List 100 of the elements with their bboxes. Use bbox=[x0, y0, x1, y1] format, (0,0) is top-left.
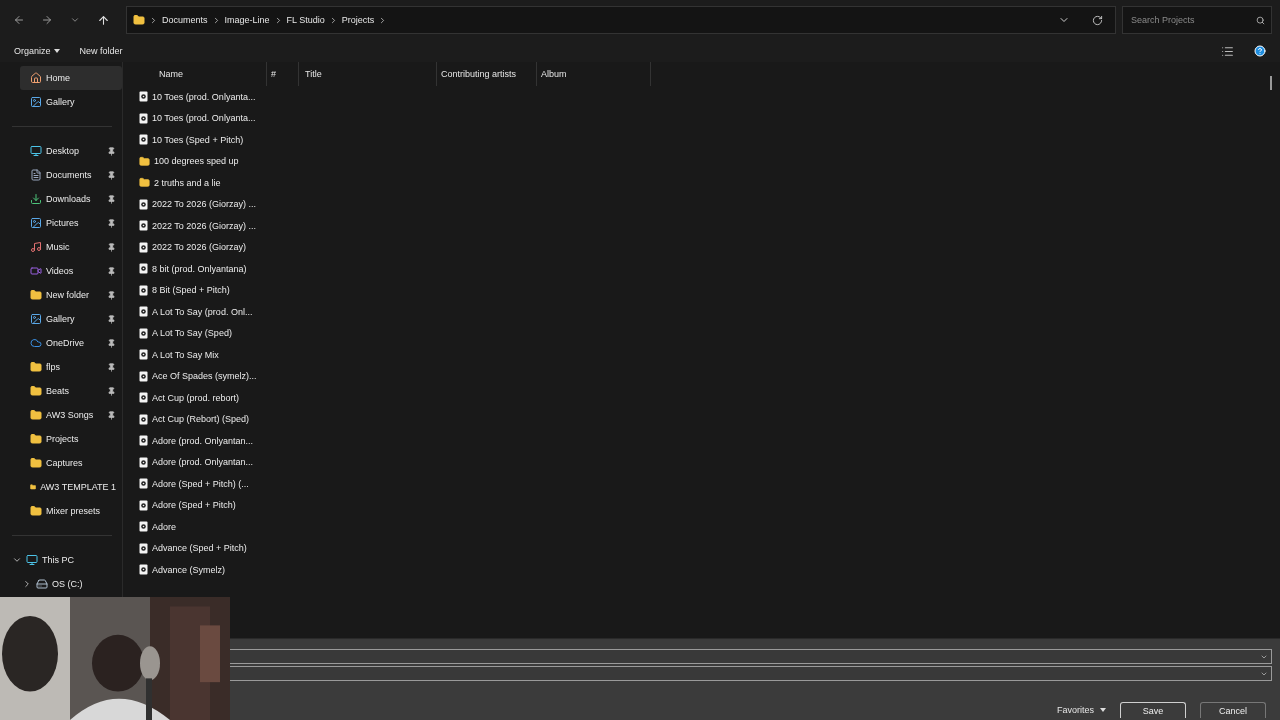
breadcrumb[interactable]: FL Studio bbox=[286, 15, 325, 25]
sidebar-label: Projects bbox=[46, 434, 80, 444]
sidebar-label: New folder bbox=[46, 290, 91, 300]
file-icon bbox=[139, 478, 148, 490]
file-name[interactable]: Advance (Sped + Pitch) bbox=[152, 543, 247, 554]
folder-icon bbox=[30, 481, 37, 493]
video-icon bbox=[30, 265, 42, 277]
sidebar-item[interactable]: Captures bbox=[0, 451, 122, 475]
file-name[interactable]: A Lot To Say (Sped) bbox=[152, 328, 232, 339]
sidebar-item[interactable]: flps bbox=[0, 355, 122, 379]
file-name[interactable]: Adore (prod. Onlyantan... bbox=[152, 457, 254, 468]
sidebar-label: Gallery bbox=[46, 97, 76, 107]
file-icon bbox=[139, 263, 148, 275]
sidebar-item[interactable]: This PC bbox=[0, 548, 122, 572]
sidebar-label: Pictures bbox=[46, 218, 80, 228]
file-name[interactable]: Act Cup (Rebort) (Sped) bbox=[152, 414, 250, 425]
file-icon bbox=[139, 349, 148, 361]
sidebar-item[interactable]: Gallery bbox=[0, 90, 122, 114]
file-icon bbox=[139, 413, 148, 425]
organize-button[interactable]: Organize bbox=[14, 46, 60, 56]
sidebar-item[interactable]: Documents bbox=[0, 163, 122, 187]
folder-icon bbox=[30, 457, 42, 469]
file-icon bbox=[139, 220, 148, 232]
sidebar-item[interactable]: Gallery bbox=[0, 307, 122, 331]
drive-icon bbox=[36, 578, 48, 590]
search-input[interactable]: Search Projects bbox=[1129, 14, 1256, 26]
file-icon bbox=[139, 542, 148, 554]
dropdown-field[interactable] bbox=[229, 666, 1272, 681]
picture-icon bbox=[30, 313, 42, 325]
new-folder-button[interactable]: New folder bbox=[79, 46, 123, 56]
file-name[interactable]: Act Cup (prod. rebort) bbox=[152, 392, 240, 403]
file-name[interactable]: Adore bbox=[152, 521, 177, 532]
sidebar-item[interactable]: Desktop bbox=[0, 139, 122, 163]
file-name[interactable]: 8 bit (prod. Onlyantana) bbox=[152, 263, 247, 274]
chevron-icon bbox=[70, 15, 80, 25]
address-bar[interactable]: Documents Image-Line FL Studio Projects bbox=[126, 6, 1116, 34]
sidebar-item[interactable]: Home bbox=[20, 66, 122, 90]
file-name[interactable]: 10 Toes (prod. Onlyanta... bbox=[152, 91, 256, 102]
file-name[interactable]: 2022 To 2026 (Giorzay) ... bbox=[152, 199, 256, 210]
computer-icon bbox=[26, 554, 38, 566]
file-name[interactable]: A Lot To Say Mix bbox=[152, 349, 219, 360]
column-header[interactable]: Album bbox=[537, 62, 651, 86]
sidebar-item[interactable]: New folder bbox=[0, 283, 122, 307]
column-header[interactable]: # bbox=[267, 62, 299, 86]
chevron-icon bbox=[149, 15, 158, 25]
file-icon bbox=[139, 392, 148, 404]
view-icon[interactable] bbox=[1221, 44, 1234, 58]
file-name[interactable]: Advance (Symelz) bbox=[152, 564, 226, 575]
file-name[interactable]: Adore (prod. Onlyantan... bbox=[152, 435, 254, 446]
file-name[interactable]: Ace Of Spades (symelz)... bbox=[152, 371, 257, 382]
breadcrumb[interactable]: Documents bbox=[162, 15, 208, 25]
sidebar-label: AW3 Songs bbox=[46, 410, 95, 420]
dropdown-field[interactable] bbox=[229, 649, 1272, 664]
refresh-icon[interactable] bbox=[1092, 14, 1103, 26]
sidebar-item[interactable]: OS (C:) bbox=[0, 572, 122, 596]
column-header[interactable]: Title bbox=[299, 62, 437, 86]
search-icon bbox=[1256, 15, 1265, 25]
column-header[interactable]: Contributing artists bbox=[437, 62, 537, 86]
sidebar-label: This PC bbox=[42, 555, 75, 565]
sidebar-label: AW3 TEMPLATE 1 bbox=[40, 482, 116, 492]
sidebar-item[interactable]: AW3 TEMPLATE 1 bbox=[0, 475, 122, 499]
save-button[interactable]: Save bbox=[1120, 702, 1186, 718]
file-name[interactable]: 8 Bit (Sped + Pitch) bbox=[152, 285, 230, 296]
breadcrumb[interactable]: Projects bbox=[341, 15, 375, 25]
file-name[interactable]: 2022 To 2026 (Giorzay) bbox=[152, 242, 246, 253]
file-name[interactable]: 2022 To 2026 (Giorzay) ... bbox=[152, 220, 256, 231]
sidebar-item[interactable]: Videos bbox=[0, 259, 122, 283]
chevron-icon[interactable] bbox=[12, 555, 22, 565]
sidebar-item[interactable]: Pictures bbox=[0, 211, 122, 235]
chevron-icon[interactable] bbox=[22, 579, 32, 589]
file-name[interactable]: 2 truths and a lie bbox=[154, 177, 221, 188]
file-name[interactable]: Adore (Sped + Pitch) (... bbox=[152, 478, 249, 489]
sidebar-item[interactable]: AW3 Songs bbox=[0, 403, 122, 427]
sidebar-label: OneDrive bbox=[46, 338, 85, 348]
back-icon bbox=[13, 14, 25, 26]
file-name[interactable]: 10 Toes (Sped + Pitch) bbox=[152, 134, 244, 145]
sidebar-item[interactable]: Mixer presets bbox=[0, 499, 122, 523]
cancel-button[interactable]: Cancel bbox=[1200, 702, 1266, 718]
file-name[interactable]: 100 degrees sped up bbox=[154, 156, 239, 167]
file-name[interactable]: A Lot To Say (prod. Onl... bbox=[152, 306, 253, 317]
sidebar-item[interactable]: Music bbox=[0, 235, 122, 259]
file-icon bbox=[139, 521, 148, 533]
column-header[interactable]: Name bbox=[147, 62, 267, 86]
picture-icon bbox=[30, 217, 42, 229]
caret-icon bbox=[1100, 708, 1106, 712]
file-name[interactable]: 10 Toes (prod. Onlyanta... bbox=[152, 113, 256, 124]
folder-icon bbox=[30, 505, 42, 517]
sidebar-item[interactable]: Downloads bbox=[0, 187, 122, 211]
favorites-button[interactable]: Favorites bbox=[1057, 705, 1106, 715]
folder-icon bbox=[30, 289, 42, 301]
search-field[interactable]: Search Projects bbox=[1122, 6, 1272, 34]
file-name[interactable]: Adore (Sped + Pitch) bbox=[152, 500, 236, 511]
scrollbar[interactable] bbox=[1270, 76, 1272, 90]
sidebar-label: OS (C:) bbox=[52, 579, 84, 589]
sidebar-item[interactable]: Beats bbox=[0, 379, 122, 403]
help-icon[interactable] bbox=[1254, 45, 1266, 57]
sidebar-item[interactable]: OneDrive bbox=[0, 331, 122, 355]
sidebar-label: Desktop bbox=[46, 146, 81, 156]
sidebar-item[interactable]: Projects bbox=[0, 427, 122, 451]
breadcrumb[interactable]: Image-Line bbox=[224, 15, 270, 25]
